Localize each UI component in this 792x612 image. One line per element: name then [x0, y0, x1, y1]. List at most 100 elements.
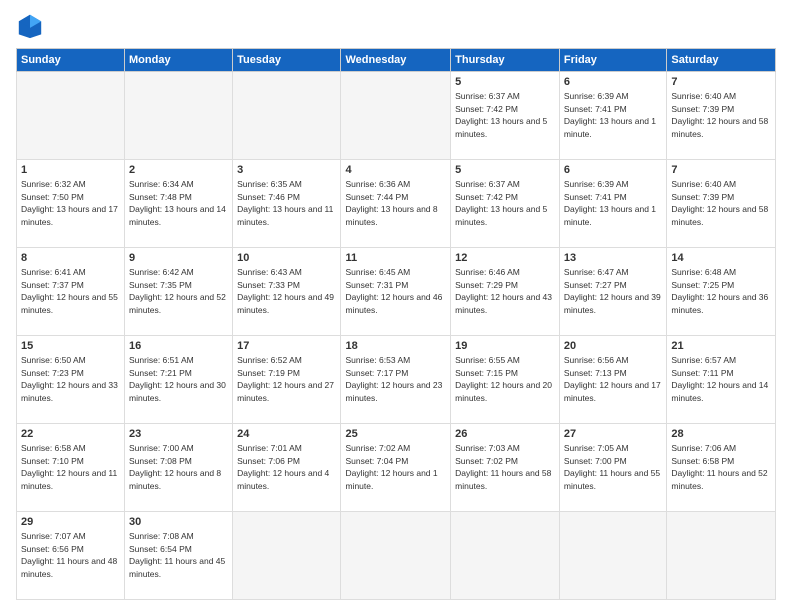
calendar-cell: 15Sunrise: 6:50 AMSunset: 7:23 PMDayligh… [17, 336, 125, 424]
calendar-cell: 3Sunrise: 6:35 AMSunset: 7:46 PMDaylight… [233, 160, 341, 248]
day-number: 2 [129, 163, 228, 178]
calendar-week-0: 5Sunrise: 6:37 AMSunset: 7:42 PMDaylight… [17, 72, 776, 160]
calendar-cell: 8Sunrise: 6:41 AMSunset: 7:37 PMDaylight… [17, 248, 125, 336]
day-number: 10 [237, 251, 336, 266]
calendar-header-thursday: Thursday [451, 49, 560, 72]
calendar-week-4: 22Sunrise: 6:58 AMSunset: 7:10 PMDayligh… [17, 424, 776, 512]
calendar-cell: 5Sunrise: 6:37 AMSunset: 7:42 PMDaylight… [451, 72, 560, 160]
day-info: Sunrise: 7:03 AMSunset: 7:02 PMDaylight:… [455, 443, 551, 491]
calendar-week-2: 8Sunrise: 6:41 AMSunset: 7:37 PMDaylight… [17, 248, 776, 336]
calendar-cell: 26Sunrise: 7:03 AMSunset: 7:02 PMDayligh… [451, 424, 560, 512]
day-info: Sunrise: 6:36 AMSunset: 7:44 PMDaylight:… [345, 179, 437, 227]
day-info: Sunrise: 6:51 AMSunset: 7:21 PMDaylight:… [129, 355, 226, 403]
calendar-body: 5Sunrise: 6:37 AMSunset: 7:42 PMDaylight… [17, 72, 776, 600]
day-number: 13 [564, 251, 662, 266]
day-info: Sunrise: 6:40 AMSunset: 7:39 PMDaylight:… [671, 179, 768, 227]
day-info: Sunrise: 7:00 AMSunset: 7:08 PMDaylight:… [129, 443, 221, 491]
calendar-header-sunday: Sunday [17, 49, 125, 72]
day-number: 23 [129, 427, 228, 442]
day-number: 17 [237, 339, 336, 354]
calendar-cell: 1Sunrise: 6:32 AMSunset: 7:50 PMDaylight… [17, 160, 125, 248]
day-number: 8 [21, 251, 120, 266]
calendar-cell: 6Sunrise: 6:39 AMSunset: 7:41 PMDaylight… [559, 72, 666, 160]
calendar-cell: 2Sunrise: 6:34 AMSunset: 7:48 PMDaylight… [125, 160, 233, 248]
calendar: SundayMondayTuesdayWednesdayThursdayFrid… [16, 48, 776, 600]
day-number: 18 [345, 339, 446, 354]
calendar-week-3: 15Sunrise: 6:50 AMSunset: 7:23 PMDayligh… [17, 336, 776, 424]
logo-icon [16, 12, 44, 40]
day-info: Sunrise: 7:01 AMSunset: 7:06 PMDaylight:… [237, 443, 329, 491]
calendar-cell [451, 512, 560, 600]
day-info: Sunrise: 6:35 AMSunset: 7:46 PMDaylight:… [237, 179, 333, 227]
day-number: 5 [455, 163, 555, 178]
page: SundayMondayTuesdayWednesdayThursdayFrid… [0, 0, 792, 612]
day-info: Sunrise: 6:52 AMSunset: 7:19 PMDaylight:… [237, 355, 334, 403]
calendar-cell [17, 72, 125, 160]
day-number: 3 [237, 163, 336, 178]
day-number: 24 [237, 427, 336, 442]
day-info: Sunrise: 6:37 AMSunset: 7:42 PMDaylight:… [455, 91, 547, 139]
calendar-week-1: 1Sunrise: 6:32 AMSunset: 7:50 PMDaylight… [17, 160, 776, 248]
day-number: 16 [129, 339, 228, 354]
day-number: 15 [21, 339, 120, 354]
day-info: Sunrise: 6:39 AMSunset: 7:41 PMDaylight:… [564, 91, 656, 139]
day-number: 25 [345, 427, 446, 442]
day-number: 11 [345, 251, 446, 266]
day-number: 6 [564, 163, 662, 178]
calendar-cell: 23Sunrise: 7:00 AMSunset: 7:08 PMDayligh… [125, 424, 233, 512]
calendar-header-tuesday: Tuesday [233, 49, 341, 72]
day-number: 6 [564, 75, 662, 90]
day-number: 1 [21, 163, 120, 178]
logo [16, 12, 48, 40]
calendar-cell: 10Sunrise: 6:43 AMSunset: 7:33 PMDayligh… [233, 248, 341, 336]
calendar-cell [125, 72, 233, 160]
day-number: 21 [671, 339, 771, 354]
day-number: 19 [455, 339, 555, 354]
calendar-cell [559, 512, 666, 600]
calendar-header-saturday: Saturday [667, 49, 776, 72]
day-number: 22 [21, 427, 120, 442]
day-info: Sunrise: 6:58 AMSunset: 7:10 PMDaylight:… [21, 443, 117, 491]
day-info: Sunrise: 6:53 AMSunset: 7:17 PMDaylight:… [345, 355, 442, 403]
day-info: Sunrise: 6:48 AMSunset: 7:25 PMDaylight:… [671, 267, 768, 315]
day-number: 14 [671, 251, 771, 266]
day-number: 9 [129, 251, 228, 266]
day-number: 4 [345, 163, 446, 178]
day-number: 5 [455, 75, 555, 90]
calendar-header-wednesday: Wednesday [341, 49, 451, 72]
day-info: Sunrise: 7:07 AMSunset: 6:56 PMDaylight:… [21, 531, 117, 579]
day-info: Sunrise: 7:06 AMSunset: 6:58 PMDaylight:… [671, 443, 767, 491]
calendar-cell: 9Sunrise: 6:42 AMSunset: 7:35 PMDaylight… [125, 248, 233, 336]
calendar-cell: 5Sunrise: 6:37 AMSunset: 7:42 PMDaylight… [451, 160, 560, 248]
calendar-cell: 22Sunrise: 6:58 AMSunset: 7:10 PMDayligh… [17, 424, 125, 512]
calendar-header-friday: Friday [559, 49, 666, 72]
day-info: Sunrise: 6:50 AMSunset: 7:23 PMDaylight:… [21, 355, 118, 403]
calendar-cell [667, 512, 776, 600]
calendar-cell: 12Sunrise: 6:46 AMSunset: 7:29 PMDayligh… [451, 248, 560, 336]
calendar-cell: 25Sunrise: 7:02 AMSunset: 7:04 PMDayligh… [341, 424, 451, 512]
day-info: Sunrise: 6:57 AMSunset: 7:11 PMDaylight:… [671, 355, 768, 403]
day-info: Sunrise: 6:34 AMSunset: 7:48 PMDaylight:… [129, 179, 226, 227]
calendar-cell: 24Sunrise: 7:01 AMSunset: 7:06 PMDayligh… [233, 424, 341, 512]
calendar-cell: 21Sunrise: 6:57 AMSunset: 7:11 PMDayligh… [667, 336, 776, 424]
calendar-cell: 28Sunrise: 7:06 AMSunset: 6:58 PMDayligh… [667, 424, 776, 512]
calendar-cell: 13Sunrise: 6:47 AMSunset: 7:27 PMDayligh… [559, 248, 666, 336]
day-number: 20 [564, 339, 662, 354]
day-number: 27 [564, 427, 662, 442]
day-info: Sunrise: 6:45 AMSunset: 7:31 PMDaylight:… [345, 267, 442, 315]
calendar-cell: 17Sunrise: 6:52 AMSunset: 7:19 PMDayligh… [233, 336, 341, 424]
day-info: Sunrise: 7:05 AMSunset: 7:00 PMDaylight:… [564, 443, 660, 491]
day-info: Sunrise: 7:02 AMSunset: 7:04 PMDaylight:… [345, 443, 437, 491]
calendar-cell: 20Sunrise: 6:56 AMSunset: 7:13 PMDayligh… [559, 336, 666, 424]
day-number: 26 [455, 427, 555, 442]
day-number: 30 [129, 515, 228, 530]
calendar-cell: 18Sunrise: 6:53 AMSunset: 7:17 PMDayligh… [341, 336, 451, 424]
calendar-week-5: 29Sunrise: 7:07 AMSunset: 6:56 PMDayligh… [17, 512, 776, 600]
day-info: Sunrise: 6:47 AMSunset: 7:27 PMDaylight:… [564, 267, 661, 315]
day-number: 12 [455, 251, 555, 266]
day-number: 7 [671, 163, 771, 178]
day-info: Sunrise: 6:46 AMSunset: 7:29 PMDaylight:… [455, 267, 552, 315]
calendar-header-row: SundayMondayTuesdayWednesdayThursdayFrid… [17, 49, 776, 72]
day-info: Sunrise: 6:42 AMSunset: 7:35 PMDaylight:… [129, 267, 226, 315]
calendar-cell: 30Sunrise: 7:08 AMSunset: 6:54 PMDayligh… [125, 512, 233, 600]
